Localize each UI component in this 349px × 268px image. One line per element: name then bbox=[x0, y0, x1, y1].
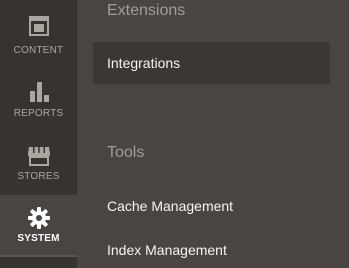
nav-item-label: STORES bbox=[17, 171, 60, 182]
nav-item-label: REPORTS bbox=[13, 108, 64, 119]
menu-link-cache-management[interactable]: Cache Management bbox=[93, 185, 330, 227]
content-layout-icon bbox=[28, 16, 49, 41]
nav-item-system[interactable]: SYSTEM bbox=[0, 195, 77, 257]
admin-sidebar-nav: CONTENT REPORTS STORES SYSTEM bbox=[0, 0, 77, 268]
gear-icon bbox=[27, 207, 50, 234]
nav-item-label: CONTENT bbox=[13, 45, 64, 56]
section-title-extensions: Extensions bbox=[107, 2, 186, 19]
nav-item-content[interactable]: CONTENT bbox=[0, 0, 77, 62]
section-title-tools: Tools bbox=[107, 144, 145, 161]
nav-item-label: SYSTEM bbox=[17, 233, 60, 244]
nav-item-reports[interactable]: REPORTS bbox=[0, 66, 77, 128]
active-indicator bbox=[0, 255, 77, 257]
admin-app: CONTENT REPORTS STORES SYSTEM Extensions… bbox=[0, 0, 349, 268]
menu-link-integrations[interactable]: Integrations bbox=[93, 42, 330, 84]
nav-item-stores[interactable]: STORES bbox=[0, 130, 77, 192]
system-submenu-panel: Extensions Integrations Tools Cache Mana… bbox=[77, 0, 349, 268]
menu-link-index-management[interactable]: Index Management bbox=[93, 229, 330, 268]
storefront-icon bbox=[27, 146, 51, 171]
bar-chart-icon bbox=[28, 82, 50, 107]
